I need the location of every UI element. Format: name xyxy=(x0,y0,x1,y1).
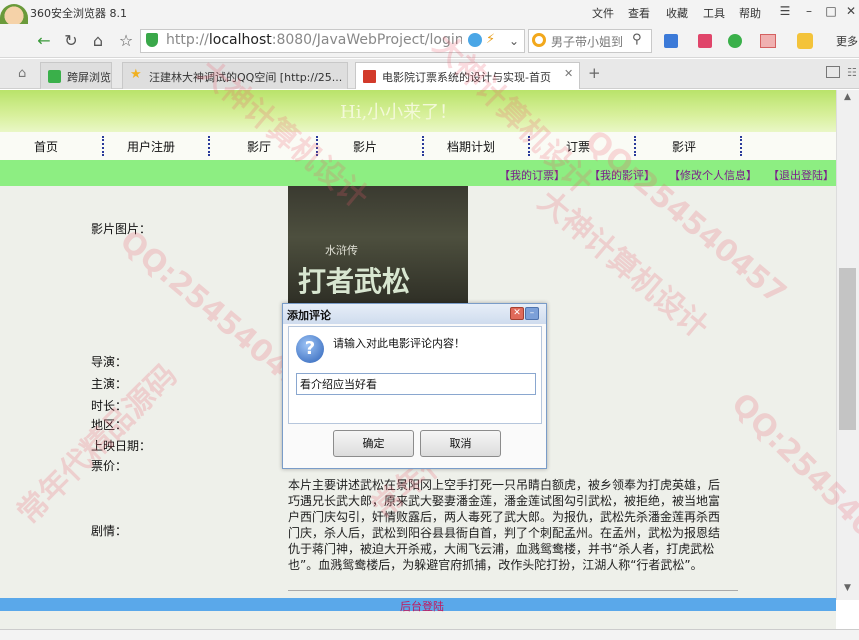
menu-file[interactable]: 文件 xyxy=(592,5,614,21)
nav-divider xyxy=(422,136,424,156)
tab-label: 跨屏浏览 xyxy=(67,71,111,84)
dialog-message: 请输入对此电影评论内容！ xyxy=(333,337,465,350)
home-icon[interactable]: ⌂ xyxy=(88,31,108,51)
poster-title: 打者武松 xyxy=(298,265,411,298)
nav-movies[interactable]: 影片 xyxy=(353,138,377,155)
url-text[interactable]: http://localhost:8080/JavaWebProject/log… xyxy=(166,32,462,48)
poster-subtitle: 水浒传 xyxy=(325,244,358,257)
restore-closed-icon[interactable]: ☷ xyxy=(847,66,857,79)
menu-help[interactable]: 帮助 xyxy=(739,5,761,21)
shield-icon[interactable] xyxy=(728,34,742,48)
banner-greeting: Hi,小小来了！ xyxy=(340,102,458,123)
refresh-icon[interactable]: ↻ xyxy=(61,31,81,51)
nav-divider xyxy=(102,136,104,156)
nav-reviews[interactable]: 影评 xyxy=(672,138,696,155)
scroll-thumb[interactable] xyxy=(839,268,856,430)
star-icon: ★ xyxy=(130,67,142,82)
plot-text: 本片主要讲述武松在景阳冈上空手打死一只吊睛白额虎，被乡领奉为打虎英雄，后巧遇兄长… xyxy=(288,478,721,572)
question-icon: ? xyxy=(296,335,324,363)
cancel-button[interactable]: 取消 xyxy=(420,430,501,457)
nav-register[interactable]: 用户注册 xyxy=(127,138,175,155)
tab-cross-screen[interactable]: 跨屏浏览 xyxy=(40,62,112,89)
home-tab-icon[interactable]: ⌂ xyxy=(18,66,26,81)
favorite-star-icon[interactable]: ☆ xyxy=(116,31,136,51)
scroll-down-icon[interactable]: ▼ xyxy=(838,583,857,597)
menu-tools[interactable]: 工具 xyxy=(703,5,725,21)
nav-divider xyxy=(208,136,210,156)
label-plot: 剧情： xyxy=(91,524,128,538)
translate-icon[interactable] xyxy=(760,34,776,48)
divider xyxy=(288,590,738,591)
admin-login-link[interactable]: 后台登陆 xyxy=(400,598,444,614)
link-logout[interactable]: 【退出登陆】 xyxy=(768,167,834,183)
restore-icon[interactable]: □ xyxy=(822,2,840,20)
security-shield-icon xyxy=(146,33,158,47)
confirm-button[interactable]: 确定 xyxy=(333,430,414,457)
review-input[interactable] xyxy=(296,373,536,395)
more-label[interactable]: 更多 xyxy=(836,33,858,49)
url-prefix: http:// xyxy=(166,32,209,48)
nav-divider xyxy=(740,136,742,156)
search-engine-icon[interactable] xyxy=(532,33,546,47)
status-bar xyxy=(0,629,859,640)
extension-grid-icon[interactable] xyxy=(664,34,678,48)
chevron-down-icon[interactable]: ⌄ xyxy=(504,31,524,51)
menu-view[interactable]: 查看 xyxy=(628,5,650,21)
main-nav xyxy=(0,132,836,160)
back-icon[interactable]: ← xyxy=(34,31,54,51)
link-edit-profile[interactable]: 【修改个人信息】 xyxy=(669,167,757,183)
minimize-icon[interactable]: – xyxy=(800,2,818,20)
tab-list-icon[interactable] xyxy=(826,66,840,78)
nav-schedule[interactable]: 档期计划 xyxy=(447,138,495,155)
nav-home[interactable]: 首页 xyxy=(34,138,58,155)
dialog-title: 添加评论 xyxy=(287,309,331,322)
cross-screen-icon xyxy=(48,70,61,83)
scroll-up-icon[interactable]: ▲ xyxy=(838,92,857,106)
search-input[interactable]: 男子带小姐到 xyxy=(551,33,631,50)
mail-icon[interactable] xyxy=(698,34,712,48)
speed-mode-icon[interactable]: ⚡ xyxy=(486,32,495,47)
dialog-minimize-icon[interactable]: – xyxy=(525,307,539,320)
apps-icon[interactable] xyxy=(797,33,813,49)
new-tab-icon[interactable]: + xyxy=(588,64,601,82)
url-host: localhost xyxy=(208,32,272,48)
menu-favorites[interactable]: 收藏 xyxy=(666,5,688,21)
skin-icon[interactable]: ☰ xyxy=(776,2,794,20)
search-icon[interactable]: ⚲ xyxy=(632,32,642,47)
close-window-icon[interactable]: ✕ xyxy=(842,2,859,20)
page-favicon-icon xyxy=(363,70,376,83)
close-tab-icon[interactable]: ✕ xyxy=(564,67,573,80)
label-director: 导演： xyxy=(91,355,128,369)
browser-title-bar xyxy=(0,0,859,24)
dialog-close-icon[interactable]: ✕ xyxy=(510,307,524,320)
browser-title: 360安全浏览器 8.1 xyxy=(30,7,127,20)
